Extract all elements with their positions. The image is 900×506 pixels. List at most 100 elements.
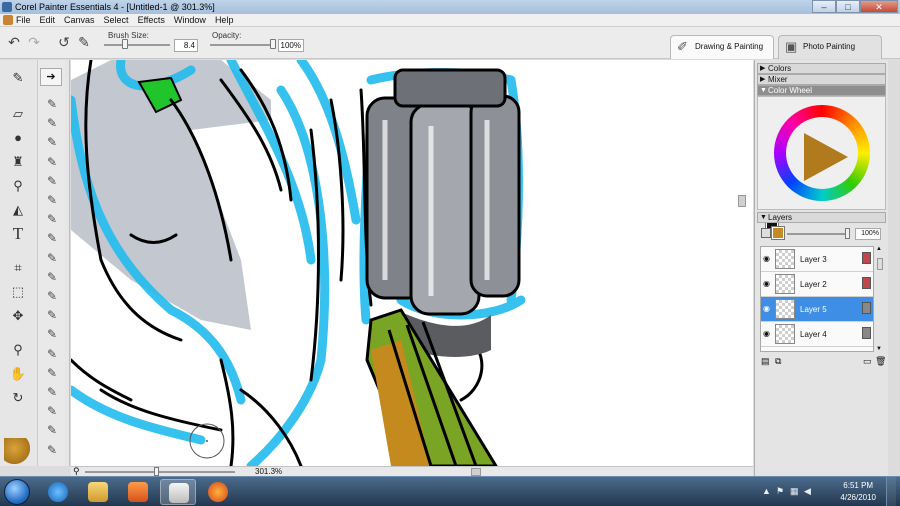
action-center-icon[interactable]: ⚑ bbox=[776, 486, 784, 497]
layer-row[interactable]: ◉ Layer 2 bbox=[761, 272, 873, 297]
brush-variant-icon[interactable]: ✎ bbox=[42, 288, 62, 304]
layer-opacity-value[interactable]: 100% bbox=[855, 228, 881, 240]
expand-arrow-icon[interactable]: ➔ bbox=[40, 68, 62, 86]
scroll-down-icon[interactable]: ▼ bbox=[876, 346, 882, 352]
composite-method-icon[interactable] bbox=[761, 228, 771, 238]
paint-bucket-icon[interactable]: ◭ bbox=[8, 200, 28, 220]
volume-icon[interactable]: ◀ bbox=[804, 486, 811, 497]
eraser-icon[interactable]: ▱ bbox=[8, 104, 28, 124]
explorer-button[interactable] bbox=[80, 479, 116, 505]
menu-window[interactable]: Window bbox=[174, 15, 206, 25]
grabber-hand-icon[interactable]: ✋ bbox=[8, 364, 28, 384]
brush-variant-icon[interactable]: ✎ bbox=[42, 134, 62, 150]
brush-size-value[interactable]: 8.4 bbox=[174, 39, 198, 52]
menu-effects[interactable]: Effects bbox=[138, 15, 165, 25]
document-icon[interactable] bbox=[3, 15, 13, 25]
transform-icon[interactable]: ✥ bbox=[8, 306, 28, 326]
trash-icon[interactable]: 🗑 bbox=[875, 356, 886, 367]
layer-opacity-thumb[interactable] bbox=[845, 228, 850, 239]
network-icon[interactable]: ▦ bbox=[790, 486, 799, 497]
painter-taskbar-button[interactable] bbox=[160, 479, 196, 505]
opacity-value[interactable]: 100% bbox=[278, 39, 304, 52]
tab-drawing-painting[interactable]: ✐ Drawing & Painting bbox=[670, 35, 774, 59]
brush-variant-icon[interactable]: ✎ bbox=[42, 346, 62, 362]
layer-row-selected[interactable]: ◉ Layer 5 bbox=[761, 297, 873, 322]
layer-row[interactable]: ◉ Layer 4 bbox=[761, 322, 873, 347]
layers-panel-header[interactable]: ▼ Layers bbox=[757, 212, 886, 223]
brush-variant-icon[interactable]: ✎ bbox=[42, 96, 62, 112]
magnifier-icon[interactable]: ⚲ bbox=[8, 340, 28, 360]
color-wheel-panel-header[interactable]: ▼ Color Wheel bbox=[757, 85, 886, 96]
crop-icon[interactable]: ⌗ bbox=[8, 258, 28, 278]
colors-panel-header[interactable]: ▶ Colors bbox=[757, 63, 886, 74]
hue-ring[interactable] bbox=[774, 105, 870, 201]
visibility-eye-icon[interactable]: ◉ bbox=[763, 304, 770, 313]
internet-explorer-button[interactable] bbox=[40, 479, 76, 505]
brush-variant-icon[interactable]: ✎ bbox=[42, 384, 62, 400]
brush-variant-icon[interactable]: ✎ bbox=[42, 269, 62, 285]
scroll-up-icon[interactable]: ▲ bbox=[876, 246, 882, 252]
brush-variant-icon[interactable]: ✎ bbox=[42, 365, 62, 381]
brush-size-slider[interactable] bbox=[104, 44, 170, 46]
media-player-button[interactable] bbox=[120, 479, 156, 505]
canvas[interactable] bbox=[71, 60, 753, 466]
menu-file[interactable]: File bbox=[16, 15, 31, 25]
brush-reset-icon[interactable]: ↺ bbox=[56, 34, 72, 50]
brush-variant-icon[interactable]: ✎ bbox=[42, 307, 62, 323]
dropper-icon[interactable]: ⚲ bbox=[8, 176, 28, 196]
brush-variant-icon[interactable]: ✎ bbox=[42, 230, 62, 246]
text-tool-icon[interactable]: T bbox=[8, 224, 28, 244]
close-button[interactable]: ✕ bbox=[860, 0, 898, 13]
firefox-button[interactable] bbox=[200, 479, 236, 505]
menu-select[interactable]: Select bbox=[104, 15, 129, 25]
maximize-button[interactable]: □ bbox=[836, 0, 860, 13]
layer-row[interactable]: ◉ Layer 3 bbox=[761, 247, 873, 272]
brush-variant-icon[interactable]: ✎ bbox=[42, 403, 62, 419]
menu-help[interactable]: Help bbox=[215, 15, 234, 25]
brush-variant-icon[interactable]: ✎ bbox=[42, 211, 62, 227]
saturation-value-triangle[interactable] bbox=[804, 133, 848, 181]
brush-variant-icon[interactable]: ✎ bbox=[42, 422, 62, 438]
brush-variant-icon[interactable]: ✎ bbox=[42, 173, 62, 189]
minimize-button[interactable]: – bbox=[812, 0, 836, 13]
visibility-eye-icon[interactable]: ◉ bbox=[763, 279, 770, 288]
visibility-eye-icon[interactable]: ◉ bbox=[763, 254, 770, 263]
brush-variant-icon[interactable]: ✎ bbox=[42, 115, 62, 131]
show-desktop-button[interactable] bbox=[886, 477, 896, 506]
new-layer-icon[interactable]: ⧉ bbox=[775, 356, 781, 367]
color-swatch[interactable] bbox=[4, 438, 30, 464]
menu-edit[interactable]: Edit bbox=[40, 15, 56, 25]
brush-ghost-icon[interactable]: ✎ bbox=[76, 34, 92, 50]
brush-variant-icon[interactable]: ✎ bbox=[42, 192, 62, 208]
panel-resize-handle-bottom[interactable] bbox=[471, 468, 481, 476]
opacity-thumb[interactable] bbox=[270, 39, 276, 49]
brush-variant-icon[interactable]: ✎ bbox=[42, 326, 62, 342]
zoom-slider[interactable] bbox=[85, 471, 235, 473]
visibility-eye-icon[interactable]: ◉ bbox=[763, 329, 770, 338]
rect-selection-icon[interactable]: ⬚ bbox=[8, 282, 28, 302]
clock[interactable]: 6:51 PM 4/26/2010 bbox=[840, 480, 876, 504]
menu-canvas[interactable]: Canvas bbox=[64, 15, 95, 25]
brush-tool-icon[interactable]: ✎ bbox=[8, 68, 28, 88]
undo-icon[interactable]: ↶ bbox=[6, 34, 22, 50]
rotate-page-icon[interactable]: ↻ bbox=[8, 388, 28, 408]
tab-photo-painting[interactable]: ▣ Photo Painting bbox=[778, 35, 882, 59]
brush-variant-icon[interactable]: ✎ bbox=[42, 154, 62, 170]
blend-icon[interactable]: ● bbox=[8, 128, 28, 148]
zoom-slider-thumb[interactable] bbox=[154, 467, 160, 476]
layer-options-icon[interactable]: ▤ bbox=[761, 356, 770, 367]
redo-icon[interactable]: ↷ bbox=[26, 34, 42, 50]
scroll-thumb[interactable] bbox=[877, 258, 883, 270]
canvas-vertical-scroll[interactable] bbox=[738, 60, 753, 466]
clone-stamp-icon[interactable]: ♜ bbox=[8, 152, 28, 172]
layer-list-scrollbar[interactable]: ▲ ▼ bbox=[875, 246, 885, 352]
brush-size-thumb[interactable] bbox=[122, 39, 128, 49]
show-hidden-icons-icon[interactable]: ▲ bbox=[762, 486, 771, 496]
layer-opacity-slider[interactable] bbox=[787, 233, 849, 235]
opacity-slider[interactable] bbox=[210, 44, 276, 46]
mixer-panel-header[interactable]: ▶ Mixer bbox=[757, 74, 886, 85]
start-button[interactable] bbox=[4, 479, 30, 505]
brush-variant-icon[interactable]: ✎ bbox=[42, 250, 62, 266]
panel-resize-handle[interactable] bbox=[738, 195, 746, 207]
new-layer-page-icon[interactable]: ▭ bbox=[863, 356, 872, 367]
